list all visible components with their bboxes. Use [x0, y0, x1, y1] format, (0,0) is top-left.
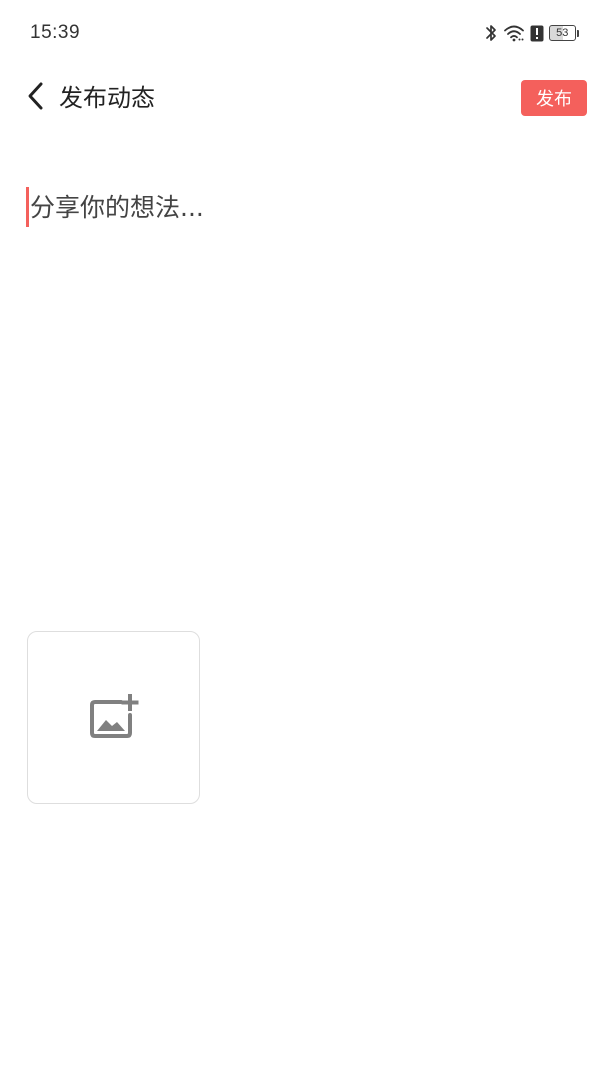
alert-icon: [530, 25, 544, 42]
chevron-left-icon: [26, 81, 46, 115]
add-image-button[interactable]: [27, 631, 200, 804]
status-time: 15:39: [30, 22, 81, 43]
add-image-icon: [89, 693, 139, 743]
battery-level: 53: [549, 25, 576, 41]
post-placeholder: 分享你的想法...: [30, 193, 204, 222]
publish-button[interactable]: 发布: [521, 80, 587, 116]
header: 发布动态 发布: [0, 70, 607, 126]
back-button[interactable]: [18, 80, 54, 116]
page-title: 发布动态: [59, 84, 155, 112]
bluetooth-icon: [484, 23, 498, 43]
status-icons: 53: [484, 22, 579, 44]
text-caret: [26, 187, 29, 227]
battery-tip: [576, 29, 579, 37]
publish-post-screen: 15:39 53 发布动态 发布 分享你的想法...: [0, 0, 607, 1080]
battery-icon: 53: [549, 24, 579, 42]
status-bar: 15:39 53: [0, 0, 607, 66]
post-text-input[interactable]: 分享你的想法...: [26, 182, 581, 582]
wifi-icon: [503, 24, 525, 42]
